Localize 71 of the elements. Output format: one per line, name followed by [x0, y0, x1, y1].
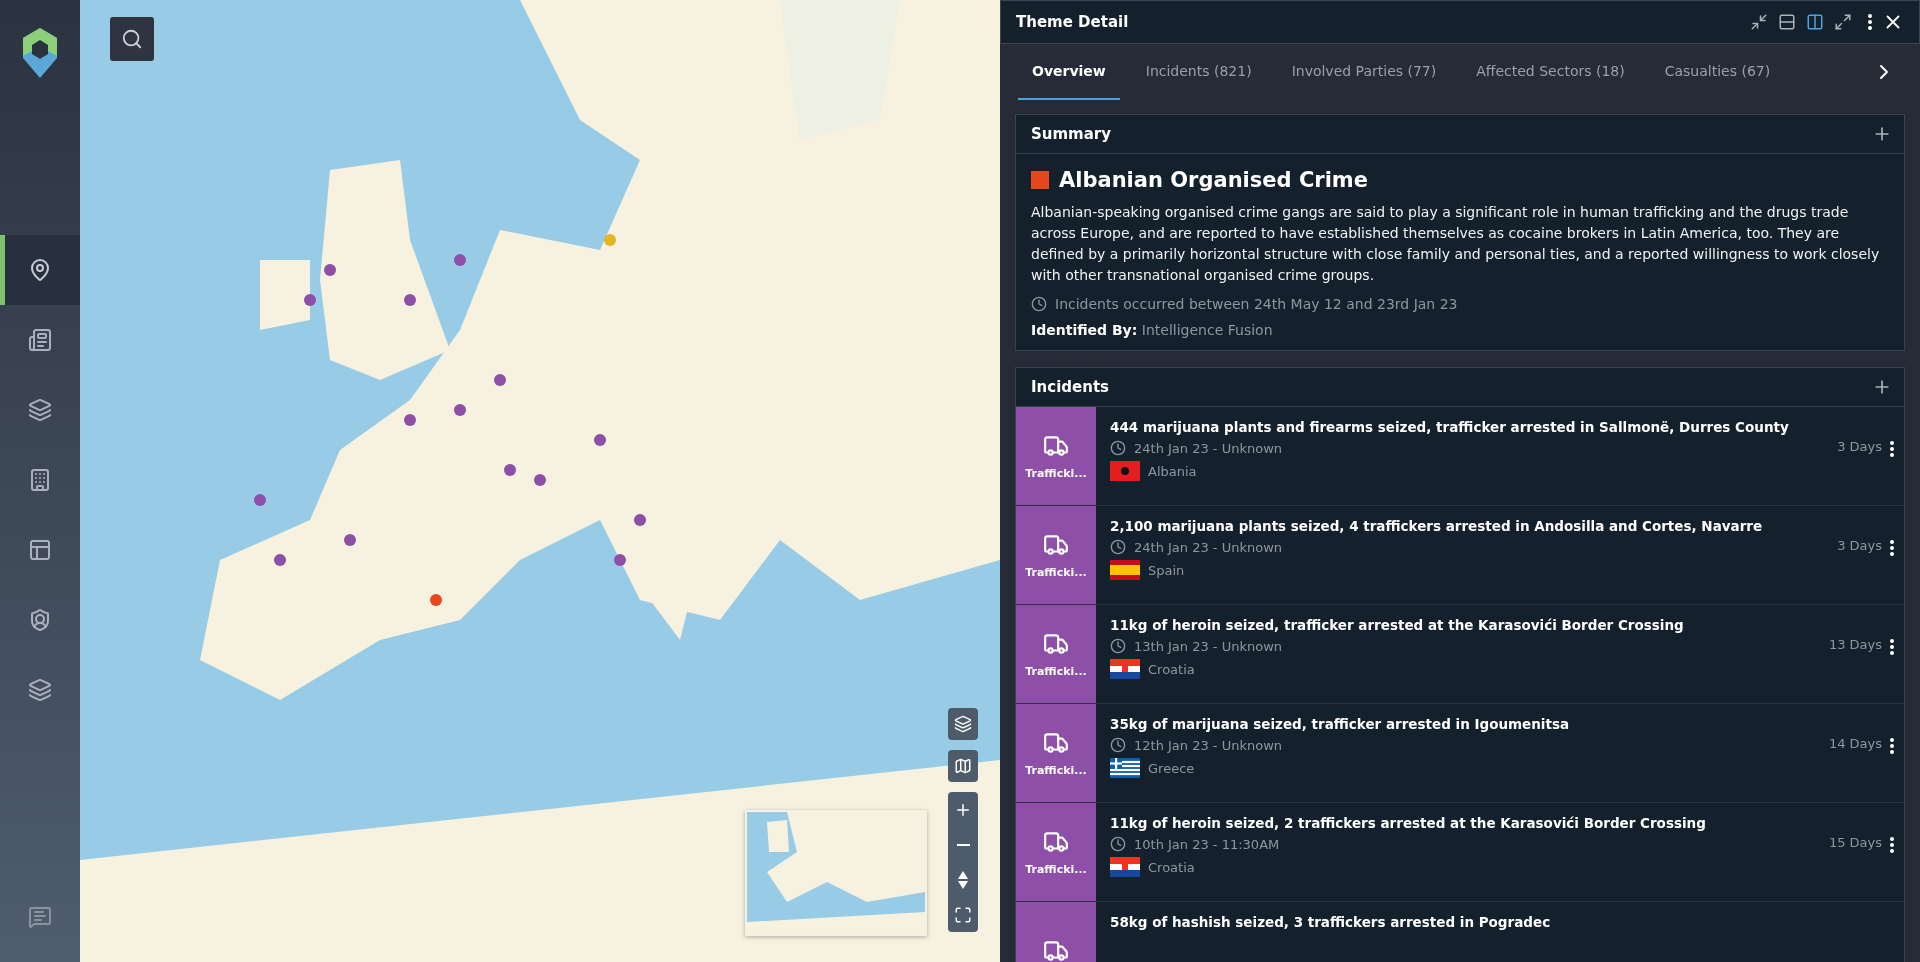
card-title: Incidents: [1031, 378, 1109, 396]
shield-user-icon: [28, 608, 52, 632]
incident-title[interactable]: 2,100 marijuana plants seized, 4 traffickers arrested in Andosilla and Cortes, Navarre: [1110, 518, 1824, 534]
flag-icon: [1110, 659, 1140, 679]
incident-title[interactable]: 11kg of heroin seized, trafficker arrested at the Karasovići Border Crossing: [1110, 617, 1815, 633]
category-label: Trafficki...: [1025, 565, 1087, 579]
incident-country: Croatia: [1148, 661, 1195, 677]
incident-date: 12th Jan 23 - Unknown: [1134, 737, 1283, 753]
layout-icon: [28, 538, 52, 562]
theme-description: Albanian-speaking organised crime gangs are said to play a significant role in human trafficking and the drugs trade across Europe, and are reported to have established themselves as cocaine brokers in Latin America, too. They are defined by a primarily horizontal structure with close family and personal ties, and a reported willingness to work closely with other transnational organised crime groups.: [1031, 203, 1881, 285]
rows-icon: [1778, 13, 1796, 31]
clock-icon: [1110, 638, 1126, 654]
layers-icon: [28, 398, 52, 422]
incident-age: 3 Days: [1837, 538, 1882, 553]
columns-icon: [1806, 13, 1824, 31]
logo-icon: [23, 28, 57, 78]
incident-date: 24th Jan 23 - Unknown: [1134, 440, 1283, 456]
minimize-icon: [1750, 13, 1768, 31]
theme-name: Albanian Organised Crime: [1059, 168, 1368, 192]
incident-country: Croatia: [1148, 859, 1195, 875]
clock-icon: [1031, 296, 1047, 312]
tab[interactable]: Overview: [1018, 44, 1120, 100]
incident-age: 3 Days: [1837, 439, 1882, 454]
incident-title[interactable]: 35kg of marijuana seized, trafficker arrested in Igoumenitsa: [1110, 716, 1815, 732]
more-icon: [1890, 441, 1894, 457]
tab[interactable]: Casualties (67): [1650, 44, 1785, 100]
more-icon: [1868, 14, 1872, 30]
flag-icon: [1110, 560, 1140, 580]
incident-age: 14 Days: [1828, 736, 1882, 751]
more-button[interactable]: [1865, 11, 1875, 33]
more-icon: [1890, 540, 1894, 556]
incident-date: 10th Jan 23 - 11:30AM: [1134, 836, 1280, 852]
incident-date: 24th Jan 23 - Unknown: [1134, 539, 1283, 555]
clock-icon: [1110, 539, 1126, 555]
incident-age: 15 Days: [1828, 835, 1882, 850]
more-icon: [1890, 738, 1894, 754]
newspaper-icon: [28, 328, 52, 352]
incident-country: Spain: [1148, 562, 1185, 578]
building-icon: [28, 468, 52, 492]
identified-by: Identified By: Intelligence Fusion: [1031, 322, 1274, 338]
incident-country: Albania: [1148, 463, 1197, 479]
tab[interactable]: Involved Parties (77): [1277, 44, 1451, 100]
flag-icon: [1110, 857, 1140, 877]
incident-title[interactable]: 58kg of hashish seized, 3 traffickers arrested in Pogradec: [1110, 914, 1890, 930]
category-label: Trafficki...: [1025, 862, 1087, 876]
incident-age: 13 Days: [1828, 637, 1882, 652]
nav-item[interactable]: [0, 235, 80, 305]
clock-icon: [1110, 440, 1126, 456]
incident-country: Greece: [1148, 760, 1195, 776]
category-label: Trafficki...: [1025, 664, 1087, 678]
category-label: Trafficki...: [1025, 763, 1087, 777]
tab[interactable]: Affected Sectors (18): [1462, 44, 1639, 100]
clock-icon: [1110, 836, 1126, 852]
theme-color-swatch: [1031, 171, 1049, 189]
more-icon: [1890, 837, 1894, 853]
truck-icon: [1043, 938, 1069, 962]
map-pin-icon: [28, 258, 52, 282]
clock-icon: [1110, 737, 1126, 753]
card-title: Summary: [1031, 125, 1112, 143]
feedback-icon: [28, 905, 52, 929]
maximize-icon: [1834, 13, 1852, 31]
tab[interactable]: Incidents (821): [1131, 44, 1266, 100]
incident-title[interactable]: 11kg of heroin seized, 2 traffickers arrested at the Karasovići Border Crossing: [1110, 815, 1815, 831]
incident-title[interactable]: 444 marijuana plants and firearms seized, trafficker arrested in Sallmonë, Durres County: [1110, 419, 1824, 435]
incident-date: 13th Jan 23 - Unknown: [1134, 638, 1283, 654]
flag-icon: [1110, 758, 1140, 778]
panel-title: Theme Detail: [1016, 13, 1130, 31]
flag-icon: [1110, 461, 1140, 481]
more-icon: [1890, 639, 1894, 655]
category-label: Trafficki...: [1025, 466, 1087, 480]
date-range: Incidents occurred between 24th May 12 and 23rd Jan 23: [1055, 296, 1458, 312]
